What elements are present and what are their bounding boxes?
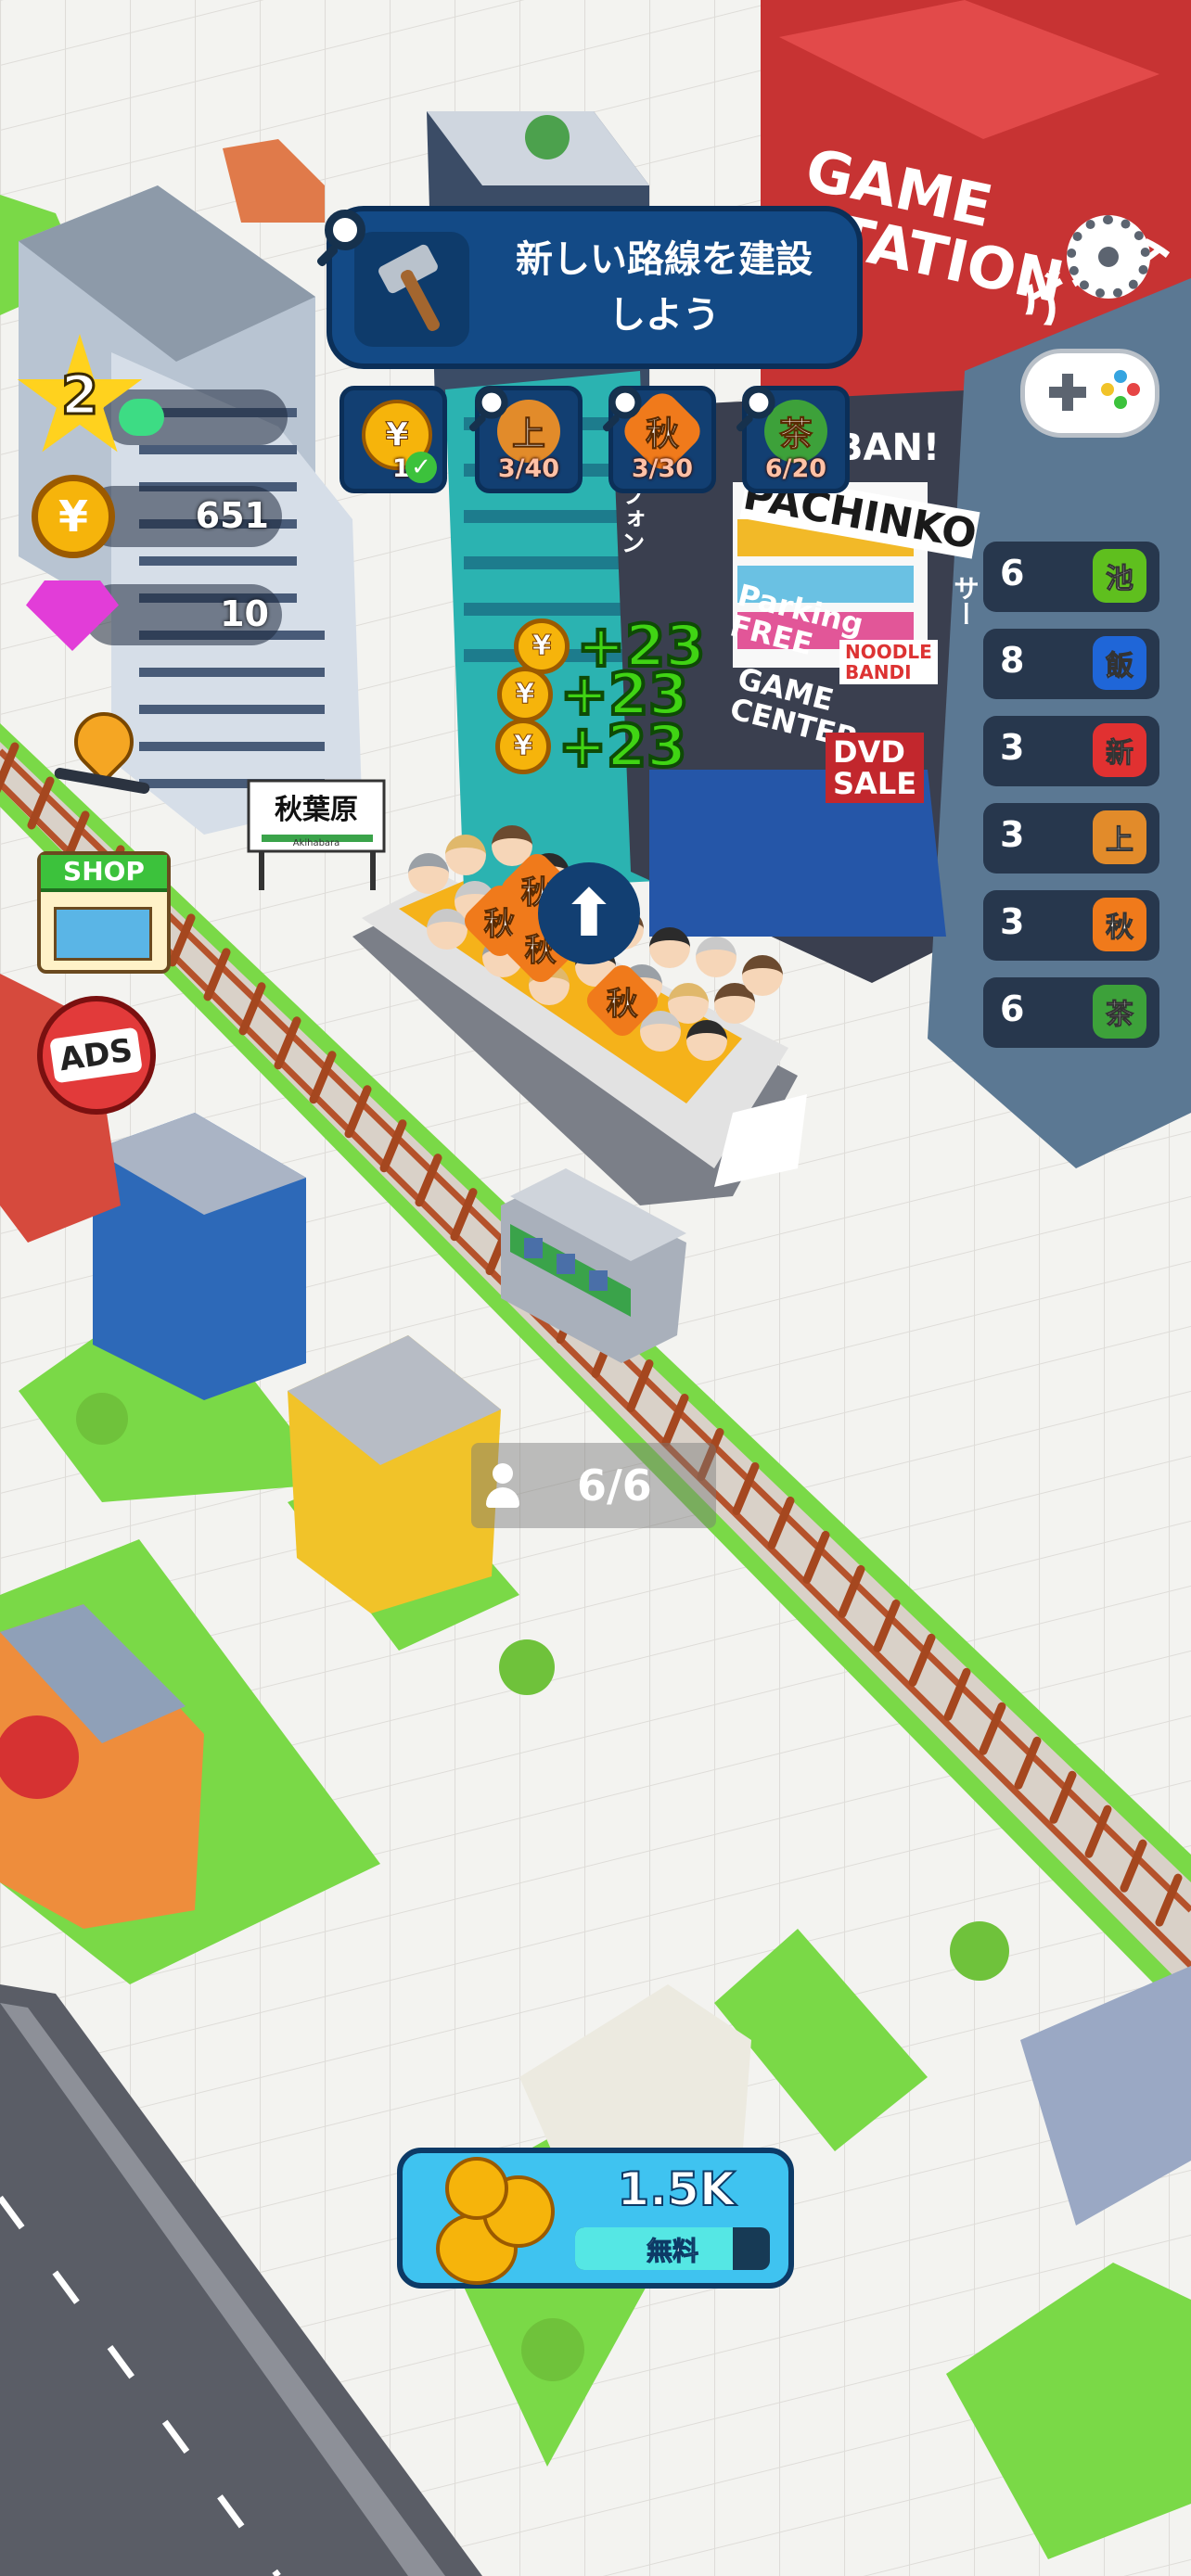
maple-aki-icon: 秋	[1093, 898, 1146, 951]
passenger	[649, 927, 690, 968]
shop-label: SHOP	[41, 855, 167, 892]
burger-ue-icon: 上	[497, 400, 560, 463]
no-ads-button[interactable]: ADS	[37, 996, 156, 1115]
coin-stack-icon	[427, 2157, 566, 2285]
quest-title: 新しい路線を建設 しよう	[516, 238, 813, 337]
quest-chip-count: 6/20	[764, 454, 827, 483]
passenger	[408, 853, 449, 894]
gem-amount: 10	[220, 593, 269, 634]
station-name-romaji: Akihabara	[292, 838, 340, 848]
pond-icon: 池	[1093, 549, 1146, 603]
quest-panel[interactable]: 新しい路線を建設 しよう	[327, 206, 863, 369]
quest-chip-search-icon[interactable]	[742, 386, 775, 419]
coin-amount: 651	[195, 495, 269, 536]
destination-count: 3	[1000, 727, 1025, 768]
destination-count: 3	[1000, 814, 1025, 855]
quest-search-icon[interactable]	[325, 210, 365, 250]
station-name-sign: 秋葉原	[275, 794, 358, 826]
hammer-icon	[354, 232, 469, 347]
destination-count: 6	[1000, 988, 1025, 1029]
passenger	[696, 937, 736, 977]
destination-row[interactable]: 3新	[983, 716, 1159, 786]
level-number: 2	[59, 363, 99, 428]
destination-count: 6	[1000, 553, 1025, 593]
passenger	[427, 909, 467, 950]
tea-leaf-icon: 茶	[764, 400, 827, 463]
banner-sign: BAN!	[835, 427, 941, 469]
destination-row[interactable]: 6池	[983, 542, 1159, 612]
quest-chip-search-icon[interactable]	[475, 386, 508, 419]
quest-chip-search-icon[interactable]	[608, 386, 642, 419]
quest-chip-coin[interactable]: ¥ 1 ✓	[339, 386, 447, 493]
yen-coin-icon: ¥	[32, 475, 115, 558]
shop-button[interactable]: SHOP	[37, 851, 171, 974]
income-popup: ¥ +23	[495, 710, 688, 782]
reward-amount: 1.5K	[616, 2162, 736, 2217]
map-pin-icon[interactable]	[46, 699, 158, 816]
no-ads-label: ADS	[49, 1027, 144, 1084]
gem-counter: 10	[83, 584, 282, 645]
yen-coin-icon: ¥	[495, 718, 551, 774]
check-icon: ✓	[405, 452, 437, 483]
tea-leaf-icon: 茶	[1093, 985, 1146, 1039]
settings-gear-icon[interactable]	[1067, 215, 1150, 299]
train-capacity-text: 6/6	[577, 1460, 652, 1511]
passenger	[686, 1020, 727, 1061]
cross-shin-icon: 新	[1093, 723, 1146, 777]
game-controller-icon[interactable]	[1020, 349, 1159, 438]
arrow-up-icon: ⬆	[561, 875, 617, 951]
noodle-sign: NOODLE BANDI	[839, 640, 938, 684]
reward-free-label: 無料	[646, 2236, 698, 2267]
passenger	[445, 835, 486, 875]
person-icon	[484, 1461, 521, 1510]
destination-row[interactable]: 3秋	[983, 890, 1159, 961]
destination-row[interactable]: 3上	[983, 803, 1159, 874]
train-capacity-badge: 6/6	[471, 1443, 716, 1528]
passenger	[742, 955, 783, 996]
destination-row[interactable]: 6茶	[983, 977, 1159, 1048]
shop-storefront-icon	[54, 907, 152, 961]
side-vertical-sign: サー	[950, 575, 980, 627]
destination-count: 8	[1000, 640, 1025, 681]
dvd-sale-sign: DVD SALE	[826, 733, 925, 803]
station-upgrade-button[interactable]: ⬆	[538, 862, 640, 964]
quest-chip-count: 3/40	[497, 454, 560, 483]
destination-count: 3	[1000, 901, 1025, 942]
destination-row[interactable]: 8飯	[983, 629, 1159, 699]
income-popups: ¥ +23 ¥ +23 ¥ +23	[492, 610, 770, 782]
rice-shield-icon: 飯	[1093, 636, 1146, 690]
quest-chip-count: 3/30	[631, 454, 694, 483]
free-coins-reward-button[interactable]: 1.5K 無料	[397, 2148, 794, 2289]
burger-ue-icon: 上	[1093, 810, 1146, 864]
reward-free-label-bar: 無料	[575, 2227, 770, 2270]
